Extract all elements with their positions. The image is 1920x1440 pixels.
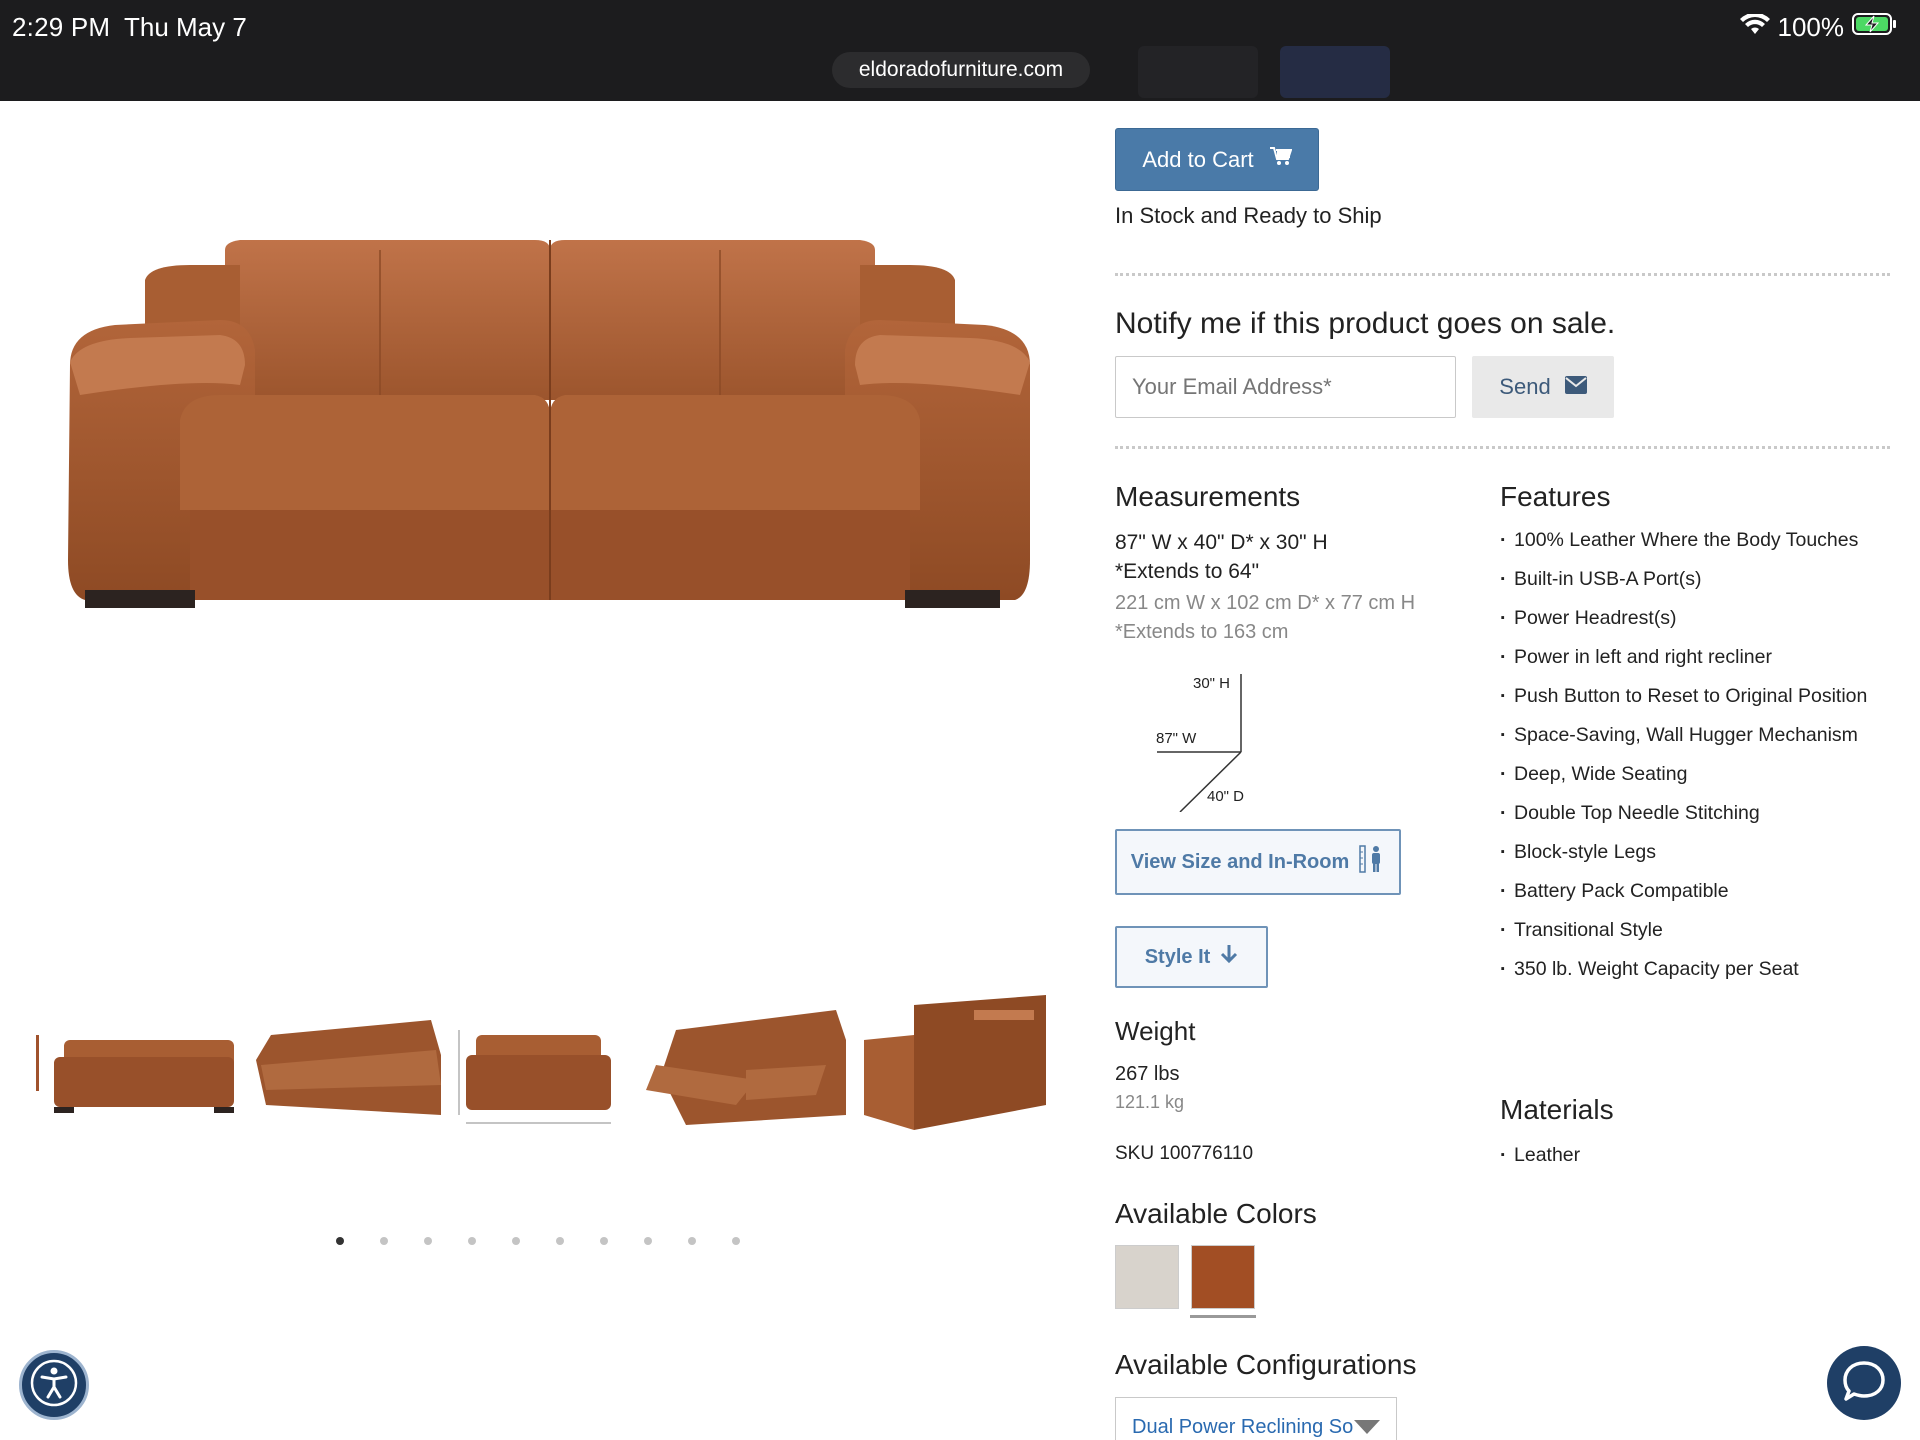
wifi-icon (1739, 12, 1770, 43)
notify-heading: Notify me if this product goes on sale. (1115, 307, 1616, 340)
carousel-dot[interactable] (556, 1237, 564, 1245)
measurements-imperial-extends: *Extends to 64" (1115, 560, 1260, 583)
weight-kg: 121.1 kg (1115, 1092, 1185, 1112)
carousel-dot[interactable] (424, 1237, 432, 1245)
weight-heading: Weight (1115, 1016, 1196, 1046)
carousel-dot[interactable] (732, 1237, 740, 1245)
header-search-ghost (1280, 46, 1390, 98)
envelope-icon (1564, 374, 1587, 400)
color-swatch-cognac[interactable] (1191, 1245, 1255, 1309)
feature-item: 350 lb. Weight Capacity per Seat (1500, 956, 1890, 982)
accessibility-button[interactable] (19, 1350, 89, 1420)
divider (1115, 273, 1890, 276)
configurations-heading: Available Configurations (1115, 1349, 1417, 1380)
thumbnail-2[interactable] (251, 995, 446, 1145)
carousel-dot[interactable] (380, 1237, 388, 1245)
measurements-heading: Measurements (1115, 481, 1301, 512)
feature-item: Built-in USB-A Port(s) (1500, 566, 1890, 592)
dimension-diagram: 30" H 87" W 40" D (1145, 672, 1275, 812)
status-right: 100% (1739, 12, 1899, 43)
thumbnail-3[interactable] (451, 995, 621, 1145)
chat-button[interactable] (1827, 1346, 1901, 1420)
carousel-dot[interactable] (600, 1237, 608, 1245)
feature-item: Deep, Wide Seating (1500, 761, 1890, 787)
carousel-dot[interactable] (644, 1237, 652, 1245)
cart-icon (1269, 146, 1293, 173)
colors-heading: Available Colors (1115, 1198, 1317, 1229)
carousel-dot[interactable] (336, 1237, 344, 1245)
feature-item: Space-Saving, Wall Hugger Mechanism (1500, 722, 1890, 748)
carousel-dot[interactable] (468, 1237, 476, 1245)
thumbnail-4[interactable] (636, 995, 851, 1145)
view-size-button[interactable]: View Size and In-Room (1115, 829, 1401, 895)
status-bar: 2:29 PM Thu May 7 eldoradofurniture.com … (0, 0, 1920, 101)
style-it-label: Style It (1144, 945, 1211, 968)
carousel-dot[interactable] (512, 1237, 520, 1245)
stock-status: In Stock and Ready to Ship (1115, 203, 1382, 228)
color-swatch-beige[interactable] (1115, 1245, 1179, 1309)
url-bar[interactable]: eldoradofurniture.com (832, 52, 1090, 88)
thumbnail-5[interactable] (854, 995, 1046, 1145)
selected-color-indicator (1190, 1315, 1256, 1318)
add-to-cart-label: Add to Cart (1142, 146, 1254, 172)
chat-bubble-icon (1842, 1360, 1886, 1407)
battery-percent: 100% (1777, 12, 1845, 42)
measurements-imperial: 87" W x 40" D* x 30" H (1115, 531, 1328, 554)
thumbnail-selected-indicator (36, 1035, 39, 1091)
carousel-dots (336, 1237, 740, 1245)
header-logo-ghost (1138, 46, 1258, 98)
feature-item: Block-style Legs (1500, 839, 1890, 865)
diagram-width-label: 87" W (1156, 730, 1197, 747)
measurements-metric: 221 cm W x 102 cm D* x 77 cm H (1115, 592, 1416, 614)
feature-item: Double Top Needle Stitching (1500, 800, 1890, 826)
feature-item: Push Button to Reset to Original Positio… (1500, 683, 1890, 709)
style-it-button[interactable]: Style It (1115, 926, 1268, 988)
feature-item: Transitional Style (1500, 917, 1890, 943)
accessibility-icon (29, 1358, 79, 1413)
email-field[interactable] (1115, 356, 1456, 418)
view-size-label: View Size and In-Room (1130, 850, 1350, 873)
sku: SKU 100776110 (1115, 1143, 1254, 1164)
thumbnail-1[interactable] (44, 995, 244, 1145)
features-list: 100% Leather Where the Body Touches Built… (1500, 527, 1890, 995)
send-label: Send (1499, 374, 1551, 399)
weight-lbs: 267 lbs (1115, 1063, 1180, 1085)
materials-list: Leather (1500, 1142, 1890, 1181)
divider (1115, 446, 1890, 449)
chevron-down-icon (1354, 1420, 1380, 1434)
feature-item: 100% Leather Where the Body Touches (1500, 527, 1890, 553)
configuration-select[interactable]: Dual Power Reclining So (1115, 1397, 1397, 1440)
materials-heading: Materials (1500, 1094, 1614, 1125)
person-ruler-icon (1359, 844, 1385, 880)
measurements-metric-extends: *Extends to 163 cm (1115, 621, 1289, 643)
materials-item: Leather (1500, 1142, 1890, 1168)
add-to-cart-button[interactable]: Add to Cart (1115, 128, 1319, 191)
carousel-dot[interactable] (688, 1237, 696, 1245)
url-text: eldoradofurniture.com (858, 58, 1064, 81)
diagram-depth-label: 40" D (1207, 788, 1245, 805)
feature-item: Power in left and right recliner (1500, 644, 1890, 670)
send-button[interactable]: Send (1472, 356, 1614, 418)
status-time: 2:29 PM (12, 12, 111, 42)
configuration-selected-value: Dual Power Reclining So (1132, 1415, 1354, 1438)
feature-item: Power Headrest(s) (1500, 605, 1890, 631)
diagram-height-label: 30" H (1193, 675, 1231, 692)
thumbnail-strip (36, 995, 1046, 1145)
status-date: Thu May 7 (124, 12, 247, 42)
main-product-image[interactable] (40, 140, 1040, 660)
feature-item: Battery Pack Compatible (1500, 878, 1890, 904)
battery-charging-icon (1852, 12, 1898, 43)
features-heading: Features (1500, 481, 1611, 512)
arrow-down-icon (1220, 944, 1238, 970)
